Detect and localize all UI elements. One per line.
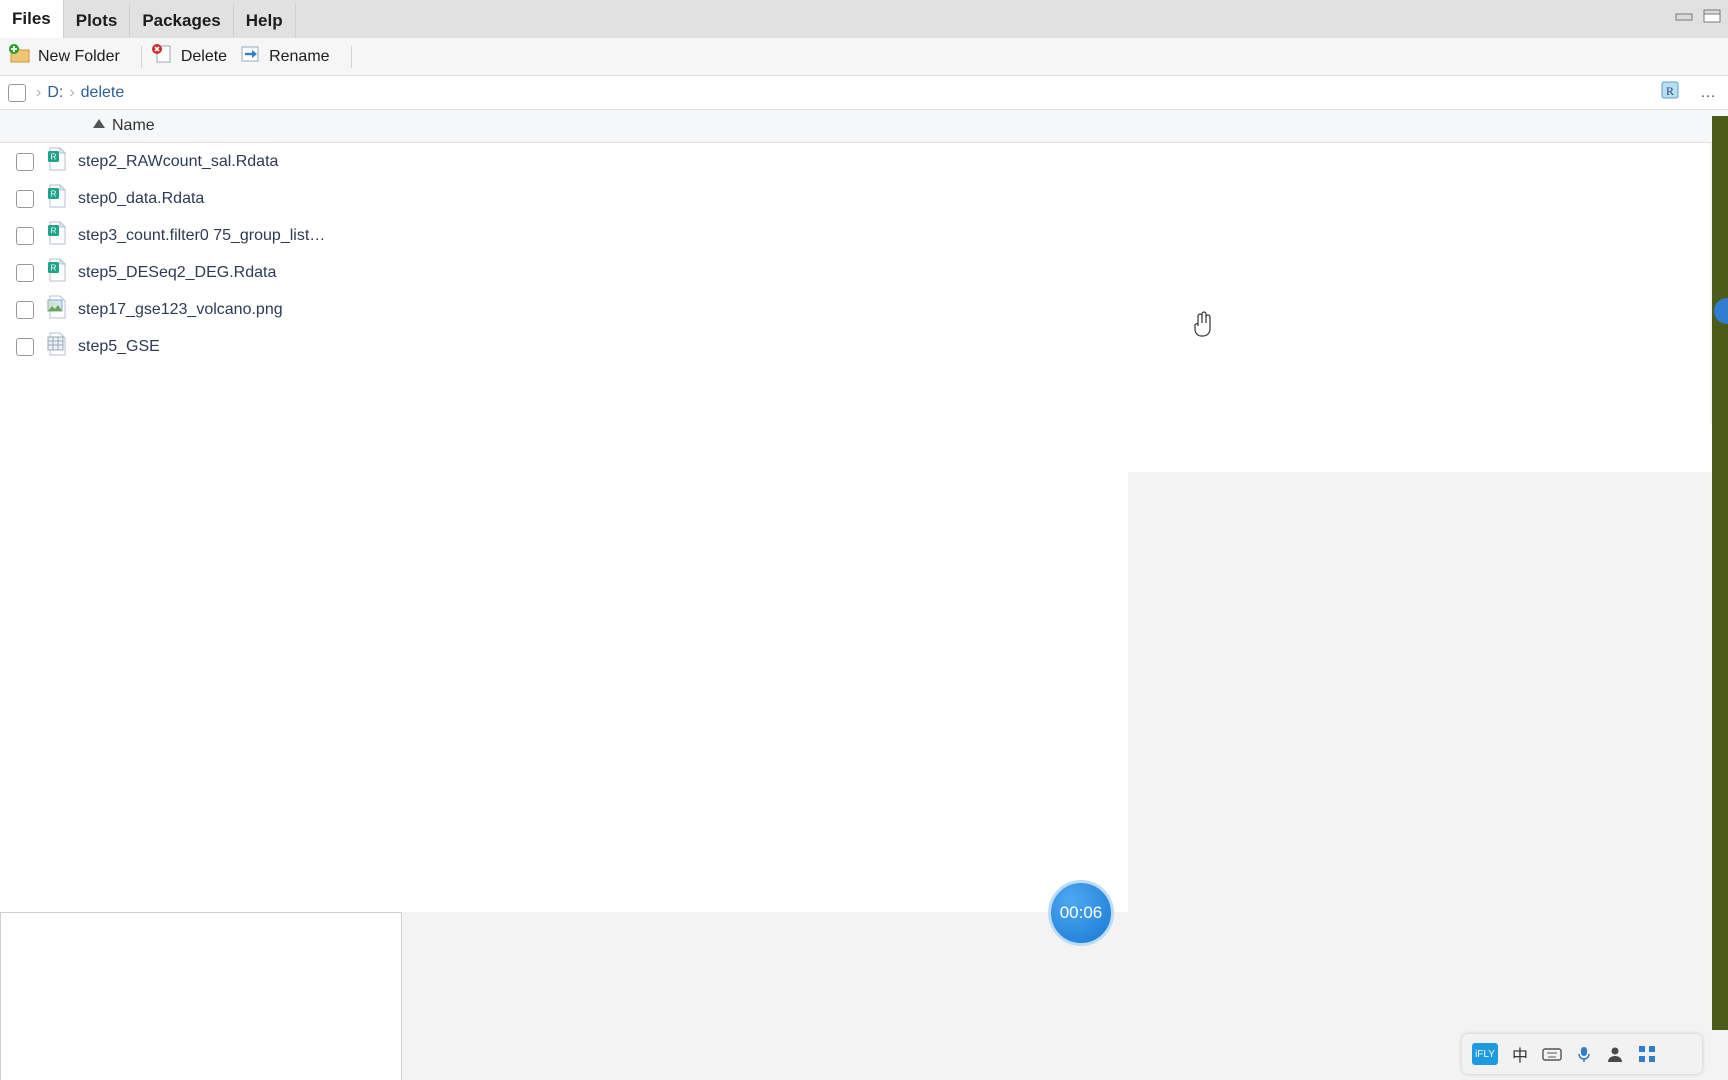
file-name[interactable]: step5_DESeq2_DEG.Rdata (78, 264, 276, 282)
project-folder-icon[interactable]: R (1658, 78, 1682, 107)
console-pane: 4.1.0 · D:/delete/ w(DEG) (0, 0, 1728, 912)
file-name[interactable]: step5_GSE (78, 338, 160, 356)
rename-button[interactable]: Rename (239, 43, 330, 70)
files-tab-bar: Files Plots Packages Help (0, 0, 1728, 38)
file-row[interactable]: Rstep2_RAWcount_sal.Rdata (0, 143, 1728, 180)
r-file-icon: R (46, 183, 68, 213)
svg-text:R: R (51, 227, 57, 236)
r-file-icon: R (46, 220, 68, 250)
breadcrumb-drive[interactable]: D: (47, 84, 63, 102)
svg-text:R: R (51, 153, 57, 162)
delete-label: Delete (180, 47, 228, 65)
files-listing[interactable]: Rstep2_RAWcount_sal.Rdata Rstep0_data.Rda… (0, 143, 1728, 424)
rename-icon (239, 43, 263, 70)
more-actions-button[interactable]: … (1700, 84, 1716, 102)
breadcrumb-folder[interactable]: delete (81, 84, 125, 102)
ime-user-icon[interactable] (1606, 1045, 1624, 1063)
toolbar-separator (140, 45, 142, 68)
r-file-icon: R (46, 146, 68, 176)
breadcrumb-chevron-icon: › (36, 83, 42, 101)
desktop-edge-strip (1712, 116, 1728, 1030)
breadcrumb-chevron-icon: › (69, 83, 75, 101)
file-checkbox[interactable] (16, 263, 34, 282)
sort-ascending-icon[interactable] (92, 117, 106, 135)
svg-text:R: R (51, 264, 57, 273)
tab-help[interactable]: Help (233, 4, 296, 38)
new-folder-label: New Folder (38, 47, 120, 65)
file-name[interactable]: step0_data.Rdata (78, 190, 204, 208)
files-column-header: Name (0, 110, 1728, 143)
new-folder-icon (8, 43, 32, 70)
environment-pane: Environment History Connecti (0, 0, 1728, 1080)
svg-text:R: R (51, 190, 57, 199)
files-breadcrumb: › D: › delete R … (0, 76, 1728, 110)
ime-toolbar: iFLY 中 (1462, 1034, 1702, 1074)
tab-label: Packages (142, 11, 221, 30)
file-row[interactable]: step17_gse123_volcano.png (0, 291, 1728, 328)
file-row[interactable]: Rstep3_count.filter0 75_group_list… (0, 217, 1728, 254)
tab-packages[interactable]: Packages (130, 4, 234, 38)
tab-plots[interactable]: Plots (63, 4, 131, 38)
file-row[interactable]: step5_GSE (0, 328, 1728, 365)
tab-label: Files (12, 9, 51, 28)
file-checkbox[interactable] (16, 300, 34, 319)
minimize-files-icon[interactable] (1674, 8, 1694, 29)
rename-label: Rename (269, 47, 330, 65)
file-checkbox[interactable] (16, 226, 34, 245)
ime-language-toggle[interactable]: 中 (1512, 1042, 1528, 1066)
files-toolbar: New Folder Delete Rename (0, 38, 1728, 76)
files-pane-controls (1674, 8, 1722, 29)
file-name[interactable]: step17_gse123_volcano.png (78, 301, 283, 319)
ime-menu-icon[interactable] (1638, 1045, 1656, 1063)
r-file-icon: R (46, 257, 68, 287)
file-row[interactable]: Rstep0_data.Rdata (0, 180, 1728, 217)
maximize-files-icon[interactable] (1702, 8, 1722, 29)
delete-icon (151, 43, 175, 70)
file-checkbox[interactable] (16, 337, 34, 356)
mouse-cursor (1192, 310, 1212, 337)
image-file-icon (46, 295, 68, 324)
file-checkbox[interactable] (16, 189, 34, 208)
file-row[interactable]: Rstep5_DESeq2_DEG.Rdata (0, 254, 1728, 291)
file-name[interactable]: step3_count.filter0 75_group_list… (78, 227, 325, 245)
ifly-logo-icon[interactable]: iFLY (1472, 1043, 1498, 1065)
tab-files[interactable]: Files (0, 0, 64, 38)
screen-recorder-timer[interactable]: 00:06 (1048, 880, 1114, 946)
tab-label: Plots (75, 11, 118, 30)
file-name[interactable]: step2_RAWcount_sal.Rdata (78, 153, 278, 171)
ime-keyboard-icon[interactable] (1542, 1046, 1562, 1062)
tab-label: Help (245, 11, 283, 30)
rstudio-window: RStudio lit Code View Plots Session Buil… (0, 0, 1728, 1080)
new-folder-button[interactable]: New Folder (8, 43, 120, 70)
timer-label: 00:06 (1059, 903, 1103, 922)
select-all-checkbox[interactable] (8, 83, 26, 102)
table-file-icon (46, 332, 68, 361)
svg-text:R: R (1666, 84, 1674, 98)
toolbar-separator (350, 45, 352, 68)
file-checkbox[interactable] (16, 152, 34, 171)
delete-button[interactable]: Delete (151, 43, 227, 70)
column-header-name[interactable]: Name (112, 117, 155, 135)
ime-microphone-icon[interactable] (1576, 1045, 1592, 1063)
